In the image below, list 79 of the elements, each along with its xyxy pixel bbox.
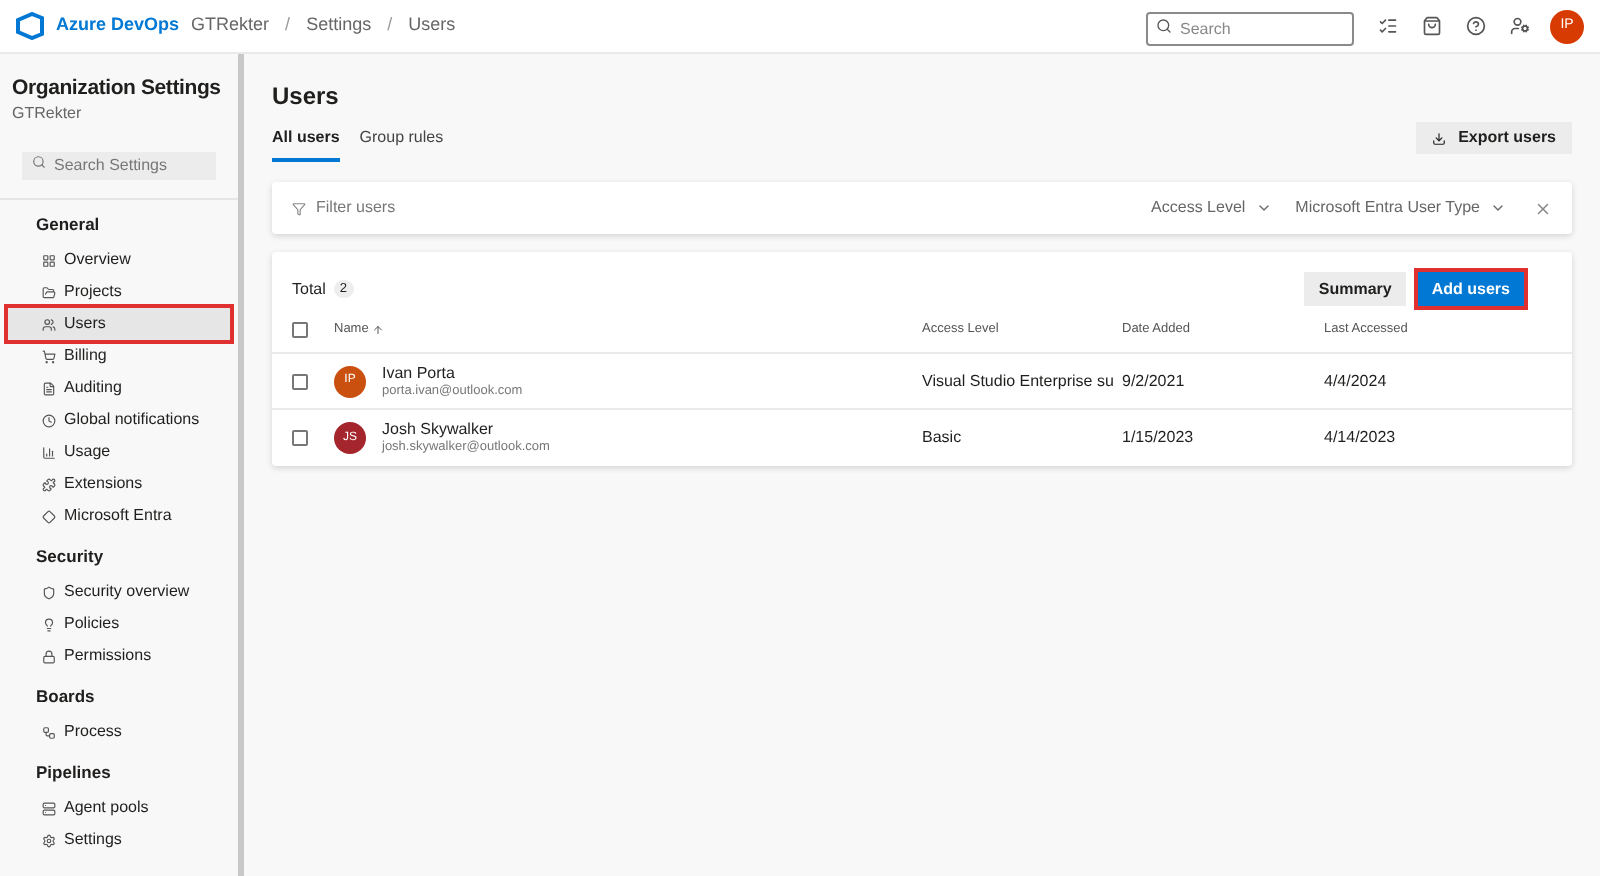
settings-search-field[interactable]: Search Settings bbox=[22, 151, 216, 179]
filter-bar[interactable]: Filter users Access Level Microsoft Entra User Type bbox=[272, 182, 1572, 234]
sidebar-item[interactable]: Permissions bbox=[8, 640, 230, 672]
sort-arrow-icon bbox=[372, 323, 385, 335]
summary-button[interactable]: Summary bbox=[1304, 272, 1406, 306]
help-icon[interactable] bbox=[1466, 16, 1486, 36]
sidebar-item[interactable]: Users bbox=[8, 308, 230, 340]
filter-field[interactable]: Filter users bbox=[316, 196, 1128, 220]
server-icon bbox=[42, 801, 56, 815]
checklist-icon[interactable] bbox=[1378, 16, 1398, 36]
search-icon bbox=[1156, 18, 1172, 34]
user-name: Josh Skywalker bbox=[382, 420, 496, 440]
sidebar-item[interactable]: Auditing bbox=[8, 372, 230, 404]
lightbulb-icon bbox=[42, 617, 56, 631]
close-icon[interactable] bbox=[1534, 199, 1552, 217]
folder-icon bbox=[42, 285, 56, 299]
devops-logo-icon bbox=[16, 12, 44, 40]
people-icon bbox=[42, 317, 56, 331]
filter-dropdown[interactable]: Access Level bbox=[1151, 196, 1272, 220]
sidebar-title: Organization Settings bbox=[10, 74, 223, 102]
table-cell-text: 9/2/2021 bbox=[1122, 369, 1187, 393]
breadcrumb-link[interactable]: GTRekter bbox=[191, 12, 270, 40]
sidebar-item[interactable]: Projects bbox=[8, 276, 230, 308]
user-name: Ivan Porta bbox=[382, 363, 457, 383]
tab[interactable]: Group rules bbox=[359, 126, 444, 162]
sidebar-item[interactable]: Microsoft Entra bbox=[8, 500, 230, 532]
bag-icon[interactable] bbox=[1422, 16, 1442, 36]
sidebar-item[interactable]: Usage bbox=[8, 436, 230, 468]
document-icon bbox=[42, 381, 56, 395]
sidebar-item[interactable]: Agent pools bbox=[8, 792, 230, 824]
table-cell-text: Basic bbox=[922, 426, 964, 450]
add-users-button[interactable]: Add users bbox=[1417, 272, 1524, 306]
cart-icon bbox=[42, 349, 56, 363]
tab[interactable]: All users bbox=[272, 126, 340, 162]
section-heading: Pipelines bbox=[34, 759, 113, 786]
organization-name: GTRekter bbox=[10, 102, 84, 126]
row-checkbox[interactable] bbox=[292, 430, 308, 446]
filter-icon bbox=[292, 201, 306, 215]
row-checkbox[interactable] bbox=[292, 373, 308, 389]
search-icon bbox=[32, 155, 46, 169]
sidebar-item[interactable]: Security overview bbox=[8, 576, 230, 608]
section-heading: Boards bbox=[34, 683, 97, 710]
page-title: Users bbox=[272, 80, 341, 114]
export-users-button[interactable]: Export users bbox=[1416, 122, 1572, 154]
puzzle-icon bbox=[42, 477, 56, 491]
sidebar-item[interactable]: Process bbox=[8, 716, 230, 748]
product-name[interactable]: Azure DevOps bbox=[56, 12, 180, 40]
sidebar-item[interactable]: Policies bbox=[8, 608, 230, 640]
chevron-icon bbox=[1490, 200, 1506, 216]
total-label: Total bbox=[292, 277, 326, 301]
sidebar-item[interactable]: Billing bbox=[8, 340, 230, 372]
diamond-icon bbox=[42, 509, 56, 523]
filter-dropdown[interactable]: Microsoft Entra User Type bbox=[1295, 196, 1506, 220]
breadcrumb-link[interactable]: Users bbox=[408, 12, 456, 40]
sidebar-item[interactable]: Settings bbox=[8, 824, 230, 856]
breadcrumb-separator: / bbox=[285, 12, 291, 39]
sidebar-item[interactable]: Extensions bbox=[8, 468, 230, 500]
lock-icon bbox=[42, 649, 56, 663]
user-settings-icon[interactable] bbox=[1510, 16, 1530, 36]
chevron-icon bbox=[1255, 200, 1272, 216]
settings-icon bbox=[42, 833, 56, 847]
sidebar-item[interactable]: Global notifications bbox=[8, 404, 230, 436]
select-all-checkbox[interactable] bbox=[292, 321, 308, 337]
grid-icon bbox=[42, 253, 56, 267]
chart-icon bbox=[42, 445, 56, 459]
breadcrumb-separator: / bbox=[387, 12, 393, 39]
breadcrumb-link[interactable]: Settings bbox=[306, 12, 372, 40]
table-cell-text: Visual Studio Enterprise su bbox=[922, 369, 1116, 393]
table-cell-text: 1/15/2023 bbox=[1122, 426, 1196, 450]
download-icon bbox=[1432, 131, 1447, 145]
flow-icon bbox=[42, 725, 56, 739]
section-heading: General bbox=[34, 211, 102, 238]
table-cell: 4/4/2024 bbox=[1324, 369, 1387, 393]
sidebar-item[interactable]: Overview bbox=[8, 244, 230, 276]
shield-icon bbox=[42, 585, 56, 599]
section-heading: Security bbox=[34, 543, 106, 570]
table-cell: 4/14/2023 bbox=[1324, 426, 1396, 450]
clock-icon bbox=[42, 413, 56, 427]
search-field[interactable]: Search bbox=[1146, 12, 1354, 46]
